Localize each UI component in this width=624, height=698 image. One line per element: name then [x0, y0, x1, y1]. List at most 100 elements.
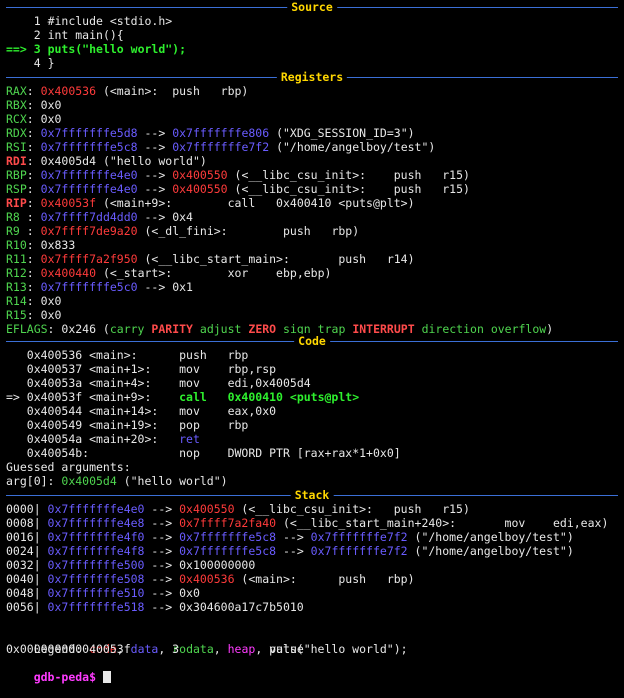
code-prefix [6, 432, 27, 446]
register-value: 0x400536 [40, 84, 97, 98]
stack-value: 0x7fffffffe4f0 [47, 530, 145, 544]
colon: : [26, 266, 41, 280]
colon: : [26, 84, 41, 98]
stack-offset: 0032| [6, 558, 48, 572]
stack-offset: 0008| [6, 516, 48, 530]
code-prefix [6, 362, 27, 376]
stack-value: 0x7fffffffe5c8 [179, 530, 277, 544]
code-prefix [6, 418, 27, 432]
stack-value: 0x7ffff7a2fa40 [179, 516, 277, 530]
stack-value: 0x7fffffffe4e0 [47, 502, 145, 516]
stack-value: 0x7fffffffe4f8 [47, 544, 145, 558]
stack-value: --> [144, 530, 180, 544]
line-arrow [6, 14, 34, 28]
register-rsi: RSI: 0x7fffffffe5c8 --> 0x7fffffffe7f2 (… [6, 140, 435, 154]
register-value: 0x7ffff7a2f950 [40, 252, 138, 266]
colon: : [26, 98, 41, 112]
stack-entry: 0000| 0x7fffffffe4e0 --> 0x400550 (<__li… [6, 502, 470, 516]
register-name: R13 [6, 280, 27, 294]
register-rcx: RCX: 0x0 [6, 112, 61, 126]
line-number: 3 [33, 42, 48, 56]
stack-value: ("/home/angelboy/test") [407, 544, 574, 558]
register-value: 0x7fffffffe5c8 [40, 140, 138, 154]
line-arrow: ==> [6, 42, 34, 56]
code-line-current: => 0x40053f <main+9>: call 0x400410 <put… [6, 390, 359, 404]
register-name: RCX [6, 112, 27, 126]
code-operands: rbp [227, 348, 249, 362]
source-text: #include <stdio.h> [47, 14, 173, 28]
colon: : [26, 112, 41, 126]
code-instruction: pop [179, 418, 228, 432]
code-prefix [6, 404, 27, 418]
legend-line: Legend: code, data, rodata, heap, value [33, 642, 304, 656]
source-line: 2 int main(){ [6, 28, 124, 42]
source-line: 4 } [6, 56, 55, 70]
code-prefix [6, 348, 27, 362]
stack-value: 0x7fffffffe500 [47, 558, 145, 572]
register-name: RDI [6, 154, 27, 168]
stack-value: ("/home/angelboy/test") [407, 530, 574, 544]
register-value: 0x7fffffffe5c0 [40, 280, 138, 294]
code-line: 0x400549 <main+19>: pop rbp [6, 418, 249, 432]
code-instruction: ret [179, 432, 228, 446]
code-address: 0x40053f <main+9>: [26, 390, 180, 404]
register-rbx: RBX: 0x0 [6, 98, 61, 112]
register-name: R9 [6, 224, 27, 238]
stack-offset: 0048| [6, 586, 48, 600]
stack-offset: 0056| [6, 600, 48, 614]
code-header: Code [6, 334, 618, 348]
code-operands: eax,0x0 [227, 404, 277, 418]
register-value: --> [137, 126, 173, 140]
code-instruction: nop [179, 446, 228, 460]
register-value: 0x7fffffffe5d8 [40, 126, 138, 140]
stack-value: --> [144, 572, 180, 586]
source-line: 1 #include <stdio.h> [6, 14, 172, 28]
register-r11: R11: 0x7ffff7a2f950 (<__libc_start_main>… [6, 252, 415, 266]
code-address: 0x40054b: [26, 446, 180, 460]
source-header: Source [6, 0, 618, 14]
stack-value: --> 0x0 [144, 586, 200, 600]
stack-entry: 0040| 0x7fffffffe508 --> 0x400536 (<main… [6, 572, 415, 586]
code-line: 0x400536 <main>: push rbp [6, 348, 249, 362]
stack-entry: 0032| 0x7fffffffe500 --> 0x100000000 [6, 558, 255, 572]
code-instruction: mov [179, 362, 228, 376]
register-value: (<_dl_fini>: push rbp) [137, 224, 360, 238]
stack-value: --> 0x304600a17c7b5010 [144, 600, 304, 614]
register-name: R15 [6, 308, 27, 322]
stack-entry: 0008| 0x7fffffffe4e8 --> 0x7ffff7a2fa40 … [6, 516, 608, 530]
source-text: puts("hello world"); [47, 42, 187, 56]
register-value: ("/home/angelboy/test") [269, 140, 436, 154]
guessed-arguments-title: Guessed arguments: [6, 460, 131, 474]
line-number: 4 [33, 56, 48, 70]
stack-offset: 0024| [6, 544, 48, 558]
stack-offset: 0040| [6, 572, 48, 586]
register-r10: R10: 0x833 [6, 238, 75, 252]
register-value: 0x40053f [40, 196, 97, 210]
colon: : [26, 252, 41, 266]
stack-value: --> [144, 516, 180, 530]
stack-value: 0x400536 [179, 572, 235, 586]
register-value: (<_start>: xor ebp,ebp) [96, 266, 332, 280]
code-address: 0x400549 <main+19>: [26, 418, 180, 432]
stack-value: (<main>: push rbp) [234, 572, 415, 586]
command-prompt[interactable]: gdb-peda$ [6, 656, 111, 684]
register-name: RIP [6, 196, 27, 210]
register-value: 0x7fffffffe7f2 [172, 140, 270, 154]
register-name: RBP [6, 168, 27, 182]
prompt-label: gdb-peda$ [33, 670, 103, 684]
register-value: 0x0 [40, 112, 62, 126]
colon: : [26, 182, 41, 196]
register-value: (<main+9>: call 0x400410 <puts@plt>) [96, 196, 415, 210]
colon: : [26, 126, 41, 140]
stack-value: --> [276, 530, 311, 544]
register-rbp: RBP: 0x7fffffffe4e0 --> 0x400550 (<__lib… [6, 168, 470, 182]
gdb-terminal[interactable]: Source 1 #include <stdio.h> 2 int main()… [6, 0, 624, 684]
stack-value: --> [144, 544, 180, 558]
colon: : [26, 308, 41, 322]
register-name: RAX [6, 84, 27, 98]
status-line: 0x000000000040053f 3 puts("hello world")… [6, 642, 408, 656]
register-value: 0x7fffffffe806 [172, 126, 270, 140]
stack-entry: 0024| 0x7fffffffe4f8 --> 0x7fffffffe5c8 … [6, 544, 574, 558]
register-rip: RIP: 0x40053f (<main+9>: call 0x400410 <… [6, 196, 415, 210]
stack-value: 0x7fffffffe5c8 [179, 544, 277, 558]
